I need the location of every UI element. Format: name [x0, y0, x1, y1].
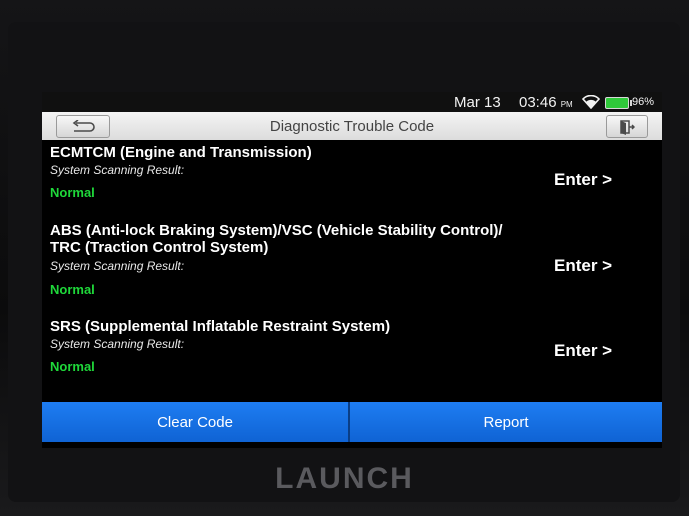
bottom-action-bar: Clear Code Report — [42, 402, 662, 448]
system-list: ECMTCM (Engine and Transmission) System … — [42, 140, 662, 402]
scan-result-status: Normal — [50, 359, 95, 374]
page-title: Diagnostic Trouble Code — [269, 118, 435, 135]
status-date: Mar 13 — [454, 94, 501, 111]
list-item: ECMTCM (Engine and Transmission) System … — [42, 144, 662, 224]
status-bar: Mar 13 03:46 PM 96% — [42, 92, 662, 112]
status-time-value: 03:46 — [519, 94, 557, 111]
back-button[interactable] — [56, 115, 110, 138]
battery-icon — [605, 97, 632, 109]
scan-result-status: Normal — [50, 282, 95, 297]
list-item: ABS (Anti-lock Braking System)/VSC (Vehi… — [42, 222, 662, 318]
scan-result-label: System Scanning Result: — [50, 163, 185, 177]
back-arrow-icon — [72, 119, 95, 132]
battery-percent: 96% — [632, 96, 655, 108]
wifi-icon — [582, 95, 600, 109]
enter-button[interactable]: Enter > — [554, 256, 612, 276]
enter-button[interactable]: Enter > — [554, 170, 612, 190]
title-bar: Diagnostic Trouble Code — [42, 112, 662, 140]
brand-logo: LAUNCH — [275, 462, 414, 495]
device-screen: Mar 13 03:46 PM 96% Diagnostic Trouble C… — [42, 92, 662, 448]
status-am-pm: PM — [560, 100, 573, 109]
report-button[interactable]: Report — [350, 402, 662, 442]
system-name: ECMTCM (Engine and Transmission) — [50, 144, 312, 161]
system-name: SRS (Supplemental Inflatable Restraint S… — [50, 318, 391, 335]
system-name: ABS (Anti-lock Braking System)/VSC (Vehi… — [50, 222, 503, 256]
scan-result-label: System Scanning Result: — [50, 337, 185, 351]
scan-result-status: Normal — [50, 185, 95, 200]
exit-icon — [620, 119, 635, 135]
status-time: 03:46 PM — [519, 94, 573, 111]
enter-button[interactable]: Enter > — [554, 341, 612, 361]
list-item: SRS (Supplemental Inflatable Restraint S… — [42, 318, 662, 398]
scan-result-label: System Scanning Result: — [50, 259, 185, 273]
exit-button[interactable] — [606, 115, 648, 138]
clear-code-button[interactable]: Clear Code — [42, 402, 348, 442]
